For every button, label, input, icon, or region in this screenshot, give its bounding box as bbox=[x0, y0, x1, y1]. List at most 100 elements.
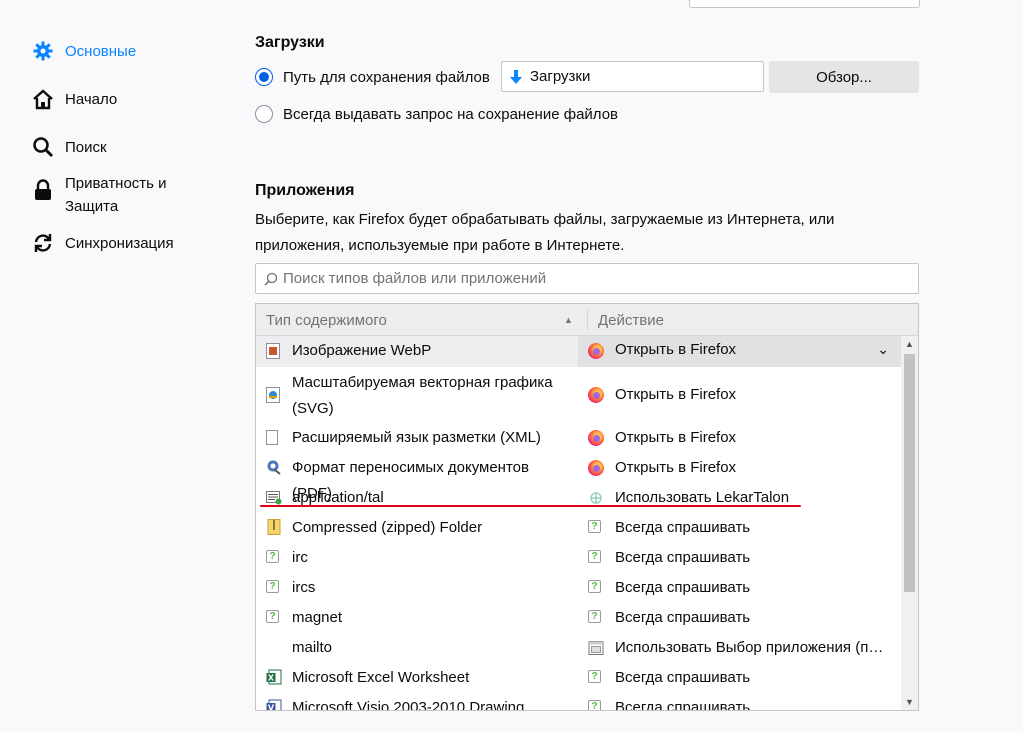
save-path-radio[interactable] bbox=[255, 68, 273, 86]
sidebar: Основные Начало Поиск Приватность и Защи… bbox=[0, 0, 230, 732]
sidebar-item-privacy[interactable]: Приватность и Защита bbox=[32, 172, 195, 218]
ask-icon: ? bbox=[588, 580, 601, 593]
content-type: Microsoft Visio 2003-2010 Drawing bbox=[292, 699, 525, 711]
svg-file-icon bbox=[266, 387, 282, 403]
protocol-icon: ? bbox=[266, 610, 279, 623]
sidebar-item-home[interactable]: Начало bbox=[32, 88, 195, 111]
download-folder-field[interactable]: Загрузки bbox=[501, 61, 764, 92]
content-type: Изображение WebP bbox=[292, 342, 432, 359]
ask-icon: ? bbox=[588, 610, 601, 623]
action-select[interactable]: Открыть в Firefox bbox=[615, 341, 885, 358]
column-header-type[interactable]: Тип содержимого bbox=[266, 312, 387, 329]
sync-icon bbox=[32, 232, 54, 254]
sidebar-item-label: Синхронизация bbox=[65, 235, 174, 252]
scrollbar-thumb[interactable] bbox=[904, 354, 915, 592]
firefox-icon bbox=[588, 343, 604, 359]
content-type: mailto bbox=[292, 639, 333, 656]
table-row[interactable]: mailto Использовать Выбор приложения (по… bbox=[256, 633, 901, 663]
action-label: Открыть в Firefox bbox=[615, 386, 737, 403]
table-row[interactable]: X Microsoft Excel Worksheet ? Всегда спр… bbox=[256, 663, 901, 693]
excel-icon: X bbox=[266, 669, 282, 685]
scroll-down-icon[interactable]: ▼ bbox=[905, 697, 914, 707]
table-row[interactable]: ? magnet ? Всегда спрашивать bbox=[256, 603, 901, 633]
action-label: Всегда спрашивать bbox=[615, 519, 751, 536]
table-row[interactable]: ? irc ? Всегда спрашивать bbox=[256, 543, 901, 573]
search-placeholder: Поиск типов файлов или приложений bbox=[283, 270, 547, 287]
download-folder-value: Загрузки bbox=[530, 68, 591, 85]
table-row[interactable]: Изображение WebP Открыть в Firefox ⌄ bbox=[256, 336, 901, 367]
always-ask-option[interactable]: Всегда выдавать запрос на сохранение фай… bbox=[255, 105, 618, 123]
save-path-label: Путь для сохранения файлов bbox=[283, 68, 490, 86]
search-icon bbox=[264, 272, 278, 286]
action-label: Использовать Выбор приложения (по ... bbox=[615, 639, 885, 656]
table-row[interactable]: V Microsoft Visio 2003-2010 Drawing ? Вс… bbox=[256, 693, 901, 712]
action-label: Всегда спрашивать bbox=[615, 669, 751, 686]
protocol-icon: ? bbox=[266, 580, 279, 593]
action-label: Всегда спрашивать bbox=[615, 699, 751, 711]
content-type: Compressed (zipped) Folder bbox=[292, 519, 483, 536]
sidebar-item-search[interactable]: Поиск bbox=[32, 136, 195, 159]
ask-icon: ? bbox=[588, 520, 601, 533]
firefox-icon bbox=[588, 387, 604, 403]
action-label: Всегда спрашивать bbox=[615, 579, 751, 596]
zip-folder-icon bbox=[266, 519, 282, 535]
table-row[interactable]: Формат переносимых документов (PDF) Откр… bbox=[256, 453, 901, 502]
scroll-up-icon[interactable]: ▲ bbox=[905, 339, 914, 349]
file-types-table: Тип содержимого ▲ Действие Изображение W… bbox=[255, 303, 919, 711]
table-scrollbar[interactable]: ▲ ▼ bbox=[901, 336, 918, 710]
content-type: Расширяемый язык разметки (XML) bbox=[292, 429, 541, 446]
action-label: Всегда спрашивать bbox=[615, 549, 751, 566]
annotation-underline bbox=[260, 505, 801, 507]
chevron-down-icon[interactable]: ⌄ bbox=[877, 341, 889, 358]
browse-button[interactable]: Обзор... bbox=[769, 61, 919, 93]
downloads-heading: Загрузки bbox=[255, 34, 325, 51]
content-type: Microsoft Excel Worksheet bbox=[292, 669, 470, 686]
home-icon bbox=[32, 88, 54, 110]
applications-heading: Приложения bbox=[255, 182, 355, 199]
table-row[interactable]: Расширяемый язык разметки (XML) Открыть … bbox=[256, 423, 901, 453]
action-label: Использовать LekarTalon bbox=[615, 489, 790, 506]
sidebar-item-general[interactable]: Основные bbox=[32, 40, 195, 63]
table-row[interactable]: ? ircs ? Всегда спрашивать bbox=[256, 573, 901, 603]
table-header: Тип содержимого ▲ Действие bbox=[256, 304, 918, 336]
table-row[interactable]: Compressed (zipped) Folder ? Всегда спра… bbox=[256, 513, 901, 543]
app-picker-icon bbox=[588, 640, 604, 656]
content-type: application/tal bbox=[292, 489, 384, 506]
lock-icon bbox=[32, 179, 54, 201]
download-arrow-icon bbox=[510, 69, 522, 85]
action-label: Открыть в Firefox bbox=[615, 459, 737, 476]
content-type: irc bbox=[292, 549, 308, 566]
webp-file-icon bbox=[266, 343, 282, 359]
ask-icon: ? bbox=[588, 700, 601, 710]
action-label: Всегда спрашивать bbox=[615, 609, 751, 626]
sidebar-item-label: Начало bbox=[65, 91, 118, 108]
svg-text:V: V bbox=[268, 704, 275, 712]
table-row[interactable]: application/tal Использовать LekarTalon bbox=[256, 483, 901, 513]
action-label: Открыть в Firefox bbox=[615, 429, 737, 446]
sort-ascending-icon: ▲ bbox=[564, 315, 573, 325]
content-type: ircs bbox=[292, 579, 316, 596]
firefox-icon bbox=[588, 430, 604, 446]
always-ask-label: Всегда выдавать запрос на сохранение фай… bbox=[283, 105, 619, 123]
table-row[interactable]: Масштабируемая векторная графика (SVG) О… bbox=[256, 367, 901, 423]
lekartalon-icon bbox=[588, 490, 604, 506]
column-header-action[interactable]: Действие bbox=[598, 312, 664, 329]
gear-icon bbox=[32, 40, 54, 62]
search-icon bbox=[32, 136, 54, 158]
content-type: Масштабируемая векторная графика (SVG) bbox=[292, 374, 553, 417]
save-path-option[interactable]: Путь для сохранения файлов bbox=[255, 68, 490, 86]
ask-icon: ? bbox=[588, 670, 601, 683]
content-type: magnet bbox=[292, 609, 343, 626]
applications-description: Выберите, как Firefox будет обрабатывать… bbox=[255, 211, 835, 254]
ask-icon: ? bbox=[588, 550, 601, 563]
firefox-icon bbox=[588, 460, 604, 476]
sidebar-item-label: Поиск bbox=[65, 139, 107, 156]
sidebar-item-label: Основные bbox=[65, 43, 137, 60]
file-type-search-input[interactable]: Поиск типов файлов или приложений bbox=[255, 263, 919, 294]
always-ask-radio[interactable] bbox=[255, 105, 273, 123]
svg-text:X: X bbox=[268, 674, 275, 683]
sidebar-item-sync[interactable]: Синхронизация bbox=[32, 232, 195, 255]
tal-file-icon bbox=[266, 489, 282, 505]
xml-file-icon bbox=[266, 430, 282, 446]
top-field-stub bbox=[689, 0, 920, 8]
